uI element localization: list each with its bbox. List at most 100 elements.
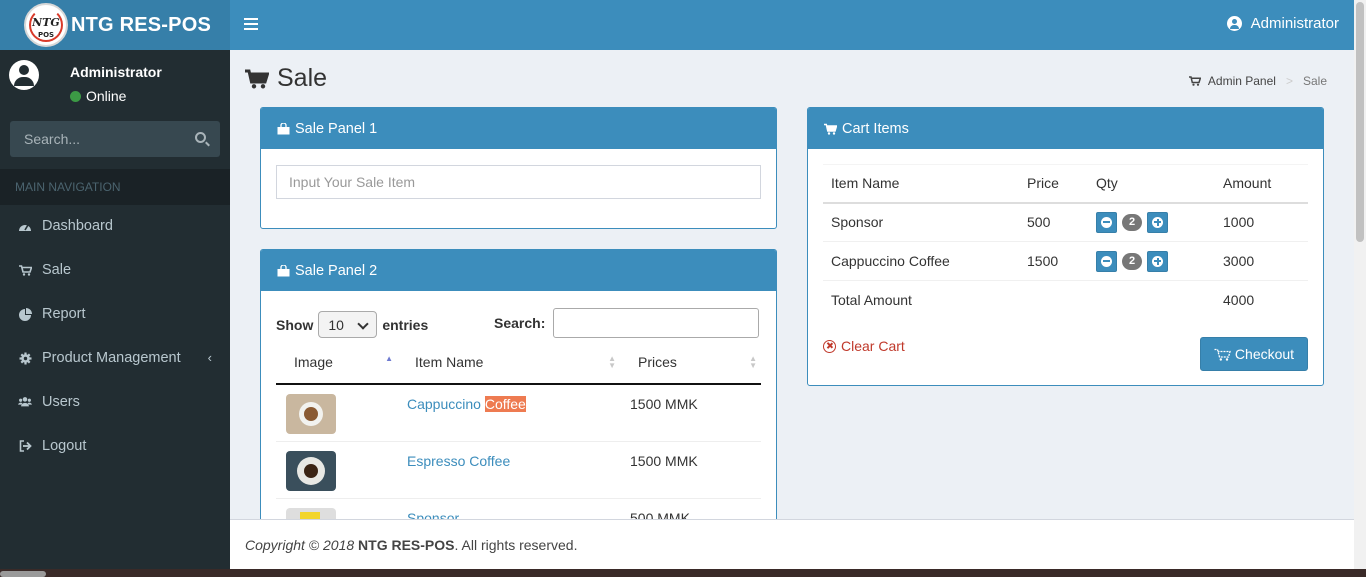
sidebar-item-label: Report — [42, 306, 86, 322]
clear-cart-label: Clear Cart — [841, 338, 905, 354]
item-price: 1500 MMK — [620, 441, 761, 499]
sidebar-item-dashboard[interactable]: Dashboard — [0, 204, 230, 248]
logo-mark-text: NTG — [32, 16, 60, 29]
sidebar-menu: Dashboard Sale Report Product Management… — [0, 204, 230, 468]
increase-qty-button[interactable] — [1147, 211, 1168, 233]
column-header: Item Name — [823, 164, 1019, 204]
breadcrumb-link[interactable]: Admin Panel — [1208, 74, 1276, 88]
dashboard-icon — [18, 219, 32, 233]
datatable-controls: Show 10 entries Search: — [276, 308, 761, 338]
column-header-item-name[interactable]: Item Name ▲ ▼ — [397, 340, 620, 385]
table-row: Espresso Coffee 1500 MMK — [276, 441, 761, 499]
item-price: 1500 MMK — [620, 384, 761, 442]
vertical-scrollbar[interactable] — [1354, 0, 1366, 569]
quantity-stepper: 2 — [1096, 211, 1215, 233]
cart-item-name: Cappuccino Coffee — [823, 241, 1019, 281]
column-label: Item Name — [415, 353, 484, 370]
cart-item-price: 1500 — [1019, 241, 1088, 281]
sale-item-input[interactable] — [276, 165, 761, 199]
column-label: Image — [294, 353, 333, 370]
sidebar-item-label: Dashboard — [42, 218, 113, 234]
table-row: Cappuccino Coffee 1500 MMK — [276, 384, 761, 442]
cart-icon — [245, 69, 269, 88]
footer-suffix: . All rights reserved. — [454, 537, 578, 553]
user-menu-label: Administrator — [1250, 15, 1339, 32]
sign-out-icon — [18, 439, 32, 453]
column-header: Price — [1019, 164, 1088, 204]
users-icon — [18, 395, 32, 409]
user-panel: Administrator Online — [0, 50, 230, 116]
times-circle-icon — [823, 339, 836, 353]
sidebar-item-product-management[interactable]: Product Management ‹ — [0, 336, 230, 380]
cart-item-amount: 3000 — [1215, 241, 1308, 281]
breadcrumb-current: Sale — [1302, 74, 1327, 88]
cart-item-name: Sponsor — [823, 202, 1019, 242]
table-search-input[interactable] — [553, 308, 760, 338]
column-header-prices[interactable]: Prices ▲ ▼ — [620, 340, 761, 385]
sidebar-item-users[interactable]: Users — [0, 380, 230, 424]
search-icon[interactable] — [195, 132, 206, 143]
scrollbar-thumb[interactable] — [0, 571, 46, 577]
sidebar-item-report[interactable]: Report — [0, 292, 230, 336]
plus-icon — [1152, 216, 1163, 228]
plus-icon — [1152, 255, 1163, 267]
search-highlight: Coffee — [484, 396, 526, 412]
user-circle-icon — [1226, 16, 1242, 31]
column-label: Prices — [638, 353, 677, 370]
clear-cart-button[interactable]: Clear Cart — [823, 338, 905, 354]
product-image — [286, 394, 336, 434]
online-dot-icon — [70, 90, 81, 102]
panel-title: Sale Panel 1 — [295, 120, 378, 137]
decrease-qty-button[interactable] — [1096, 211, 1117, 233]
breadcrumb: Admin Panel > Sale — [1188, 74, 1327, 88]
app-title: NTG RES-POS — [71, 13, 211, 36]
table-search: Search: — [494, 308, 760, 338]
horizontal-scrollbar[interactable] — [0, 569, 1366, 577]
decrease-qty-button[interactable] — [1096, 250, 1117, 272]
item-link[interactable]: Cappuccino Coffee — [407, 396, 526, 412]
sort-icon: ▲ ▼ — [608, 354, 616, 370]
checkout-button[interactable]: Checkout — [1200, 337, 1308, 371]
total-label: Total Amount — [823, 280, 1019, 320]
panel-header: Sale Panel 1 — [261, 108, 776, 149]
sidebar-item-sale[interactable]: Sale — [0, 248, 230, 292]
sidebar: Administrator Online MAIN NAVIGATION Das… — [0, 50, 230, 577]
breadcrumb-separator: > — [1285, 74, 1293, 88]
sidebar-item-label: Logout — [42, 438, 87, 454]
item-link[interactable]: Espresso Coffee — [407, 453, 510, 469]
cart-panel: Cart Items Item Name Price Qty Amount Sp… — [807, 107, 1324, 386]
logo-area[interactable]: NTG POS NTG RES-POS — [0, 0, 230, 50]
column-header: Qty — [1088, 164, 1215, 204]
items-table: Image ▲ Item Name ▲ ▼ Prices ▲ ▼ Cappuccin… — [276, 340, 761, 528]
show-label: Show — [276, 316, 314, 333]
increase-qty-button[interactable] — [1147, 250, 1168, 272]
scrollbar-thumb[interactable] — [1356, 2, 1364, 242]
checkout-label: Checkout — [1234, 346, 1295, 362]
search-label: Search: — [494, 315, 546, 331]
column-header-image[interactable]: Image ▲ — [276, 340, 397, 385]
cart-row: Cappuccino Coffee 1500 2 3000 — [823, 241, 1308, 281]
copyright-text: Copyright © 2018 — [245, 537, 359, 553]
chevron-left-icon: ‹ — [207, 350, 212, 365]
cart-icon — [18, 263, 32, 277]
logo-mark-sub: POS — [37, 31, 55, 39]
user-menu[interactable]: Administrator — [1226, 15, 1339, 32]
gear-icon — [18, 351, 32, 365]
sidebar-search-input[interactable] — [10, 121, 185, 157]
cart-item-amount: 1000 — [1215, 202, 1308, 242]
entries-label: entries — [382, 316, 429, 333]
user-status: Online — [70, 88, 126, 104]
sale-panel-2: Sale Panel 2 Show 10 entries Search: Ima… — [260, 249, 777, 529]
sort-icon: ▲ ▼ — [749, 354, 757, 370]
minus-icon — [1101, 216, 1112, 228]
column-header: Amount — [1215, 164, 1308, 204]
page-length-select[interactable]: 10 — [318, 311, 378, 338]
cart-icon — [1214, 348, 1231, 361]
sidebar-item-logout[interactable]: Logout — [0, 424, 230, 468]
cart-icon — [824, 123, 837, 135]
user-status-label: Online — [86, 88, 127, 104]
cart-total-row: Total Amount 4000 — [823, 280, 1308, 320]
page-title: Sale — [245, 64, 327, 93]
sidebar-toggle-icon[interactable] — [244, 18, 258, 31]
cart-icon — [1188, 76, 1201, 86]
